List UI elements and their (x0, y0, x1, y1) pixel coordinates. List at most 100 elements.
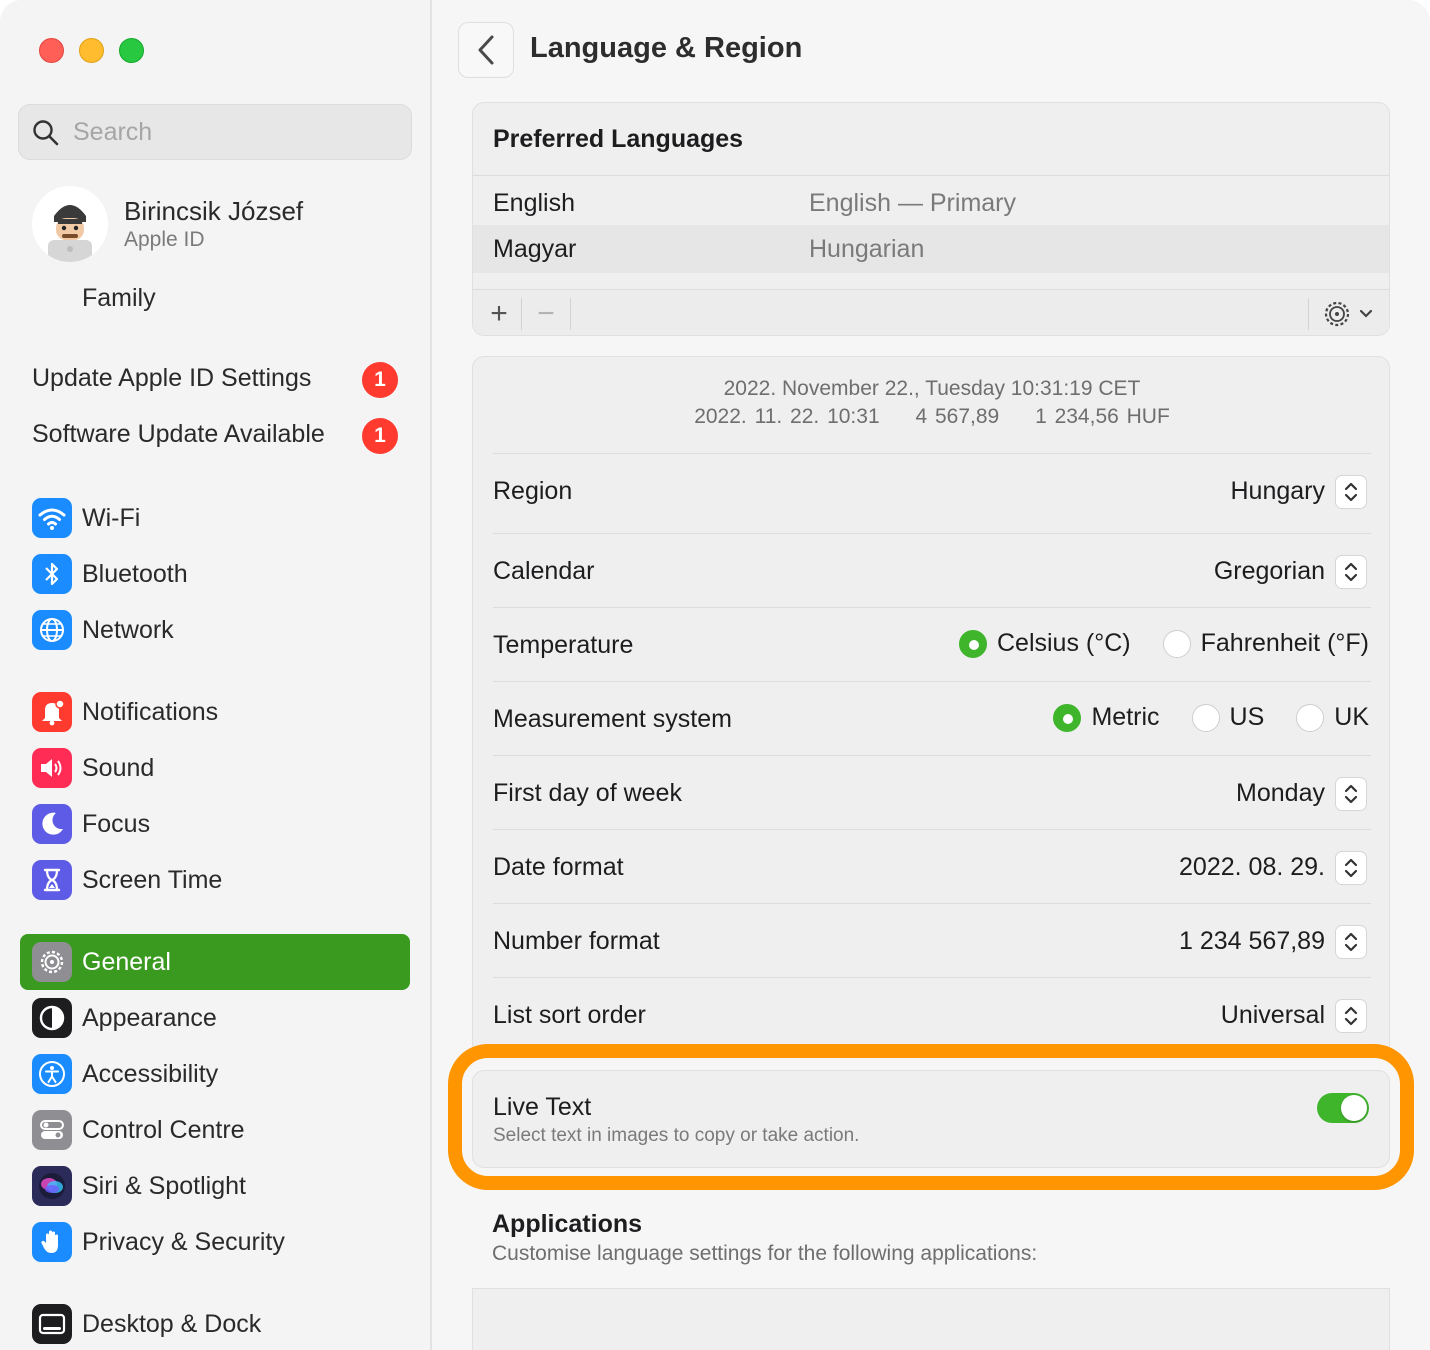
sidebar-item-label: Wi-Fi (82, 504, 141, 532)
search-box[interactable] (18, 104, 412, 160)
sort-order-value[interactable]: Universal (1221, 1001, 1325, 1030)
live-text-subtitle: Select text in images to copy or take ac… (493, 1125, 860, 1146)
live-text-toggle[interactable] (1317, 1093, 1369, 1123)
sidebar-item-focus[interactable]: Focus (20, 796, 410, 852)
language-name: English (493, 189, 575, 217)
account-subtitle: Apple ID (124, 228, 205, 251)
toggles-icon (32, 1110, 72, 1150)
chevron-down-icon (1359, 309, 1373, 318)
number-format-label: Number format (493, 927, 660, 955)
update-apple-id-settings-item[interactable]: Update Apple ID Settings 1 (32, 360, 402, 400)
apple-id-account[interactable]: Birincsik József Apple ID (32, 186, 412, 266)
date-format-value[interactable]: 2022. 08. 29. (1179, 853, 1325, 882)
preferred-languages-card: Preferred Languages English English — Pr… (472, 102, 1390, 336)
divider (493, 607, 1371, 608)
gear-icon (1324, 301, 1350, 327)
sidebar-item-label: Sound (82, 754, 155, 782)
main-pane: Language & Region Preferred Languages En… (434, 0, 1430, 1350)
add-language-button[interactable]: + (477, 290, 521, 335)
sidebar-item-network[interactable]: Network (20, 602, 410, 658)
live-text-card: Live Text Select text in images to copy … (472, 1070, 1390, 1168)
sidebar-item-siri-spotlight[interactable]: Siri & Spotlight (20, 1158, 410, 1214)
hourglass-icon (32, 860, 72, 900)
sort-order-popup-button[interactable] (1335, 999, 1367, 1033)
radio-unselected[interactable] (1162, 629, 1191, 658)
region-label: Region (493, 477, 573, 505)
sidebar-item-label: Focus (82, 810, 151, 838)
alert-label: Update Apple ID Settings (32, 364, 312, 392)
language-options-menu[interactable] (1313, 290, 1383, 335)
siri-icon (32, 1166, 72, 1206)
language-list-toolbar: + − (473, 289, 1389, 335)
language-row-english[interactable]: English English — Primary (473, 179, 1389, 227)
chevron-up-down-icon (1344, 932, 1358, 952)
sidebar-item-label: Screen Time (82, 866, 223, 894)
region-settings-card: 2022. November 22., Tuesday 10:31:19 CET… (472, 356, 1390, 1056)
calendar-popup-button[interactable] (1335, 555, 1367, 589)
language-detail: English — Primary (809, 189, 1016, 217)
region-popup-button[interactable] (1335, 475, 1367, 509)
appearance-icon (32, 998, 72, 1038)
sidebar-item-privacy-security[interactable]: Privacy & Security (20, 1214, 410, 1270)
sidebar-item-control-centre[interactable]: Control Centre (20, 1102, 410, 1158)
sidebar-item-sound[interactable]: Sound (20, 740, 410, 796)
first-day-label: First day of week (493, 779, 682, 807)
chevron-up-down-icon (1344, 858, 1358, 878)
sidebar-item-appearance[interactable]: Appearance (20, 990, 410, 1046)
zoom-window-button[interactable] (119, 38, 144, 63)
first-day-popup-button[interactable] (1335, 777, 1367, 811)
sidebar-item-label: Appearance (82, 1004, 217, 1032)
measurement-label: Measurement system (493, 705, 732, 733)
temperature-option-fahrenheit[interactable]: Fahrenheit (°F) (1162, 629, 1369, 658)
wifi-icon (32, 498, 72, 538)
radio-label: US (1229, 703, 1265, 731)
radio-unselected[interactable] (1296, 703, 1325, 732)
minimize-window-button[interactable] (79, 38, 104, 63)
temperature-option-celsius[interactable]: Celsius (°C) (958, 629, 1131, 658)
number-format-popup-button[interactable] (1335, 925, 1367, 959)
sidebar-item-label: Siri & Spotlight (82, 1172, 246, 1200)
number-format-value[interactable]: 1 234 567,89 (1179, 927, 1325, 956)
family-item[interactable]: Family (82, 284, 156, 313)
back-button[interactable] (458, 22, 514, 78)
hand-icon (32, 1222, 72, 1262)
date-format-popup-button[interactable] (1335, 851, 1367, 885)
calendar-value[interactable]: Gregorian (1214, 557, 1325, 586)
measurement-option-us[interactable]: US (1191, 703, 1265, 732)
radio-label: UK (1334, 703, 1369, 731)
radio-selected[interactable] (1053, 703, 1082, 732)
sidebar-item-bluetooth[interactable]: Bluetooth (20, 546, 410, 602)
search-input[interactable] (73, 115, 393, 149)
sidebar-item-accessibility[interactable]: Accessibility (20, 1046, 410, 1102)
language-row-magyar[interactable]: Magyar Hungarian (473, 225, 1389, 273)
short-date-preview: 2022. 11. 22. 10:31 (694, 405, 880, 428)
divider (1308, 298, 1309, 330)
chevron-up-down-icon (1344, 784, 1358, 804)
sidebar-item-desktop-dock[interactable]: Desktop & Dock (20, 1296, 410, 1350)
sidebar-item-notifications[interactable]: Notifications (20, 684, 410, 740)
calendar-label: Calendar (493, 557, 595, 585)
page-title: Language & Region (530, 32, 803, 64)
chevron-up-down-icon (1344, 1006, 1358, 1026)
measurement-option-metric[interactable]: Metric (1053, 703, 1160, 732)
sidebar-item-screen-time[interactable]: Screen Time (20, 852, 410, 908)
number-preview: 4 567,89 (915, 405, 1000, 428)
sidebar-item-general[interactable]: General (20, 934, 410, 990)
alert-label: Software Update Available (32, 420, 325, 448)
divider (570, 298, 571, 330)
measurement-option-uk[interactable]: UK (1296, 703, 1369, 732)
search-icon (33, 120, 59, 146)
radio-selected[interactable] (958, 629, 987, 658)
radio-unselected[interactable] (1191, 703, 1220, 732)
software-update-item[interactable]: Software Update Available 1 (32, 416, 402, 456)
divider (493, 829, 1371, 830)
remove-language-button[interactable]: − (523, 290, 569, 335)
accessibility-icon (32, 1054, 72, 1094)
sidebar-item-wifi[interactable]: Wi-Fi (20, 490, 410, 546)
first-day-value[interactable]: Monday (1236, 779, 1325, 808)
measurement-radio-group: Metric US UK (1021, 703, 1369, 732)
close-window-button[interactable] (39, 38, 64, 63)
sidebar-item-label: Notifications (82, 698, 219, 726)
region-value[interactable]: Hungary (1231, 477, 1326, 506)
avatar (32, 186, 108, 262)
